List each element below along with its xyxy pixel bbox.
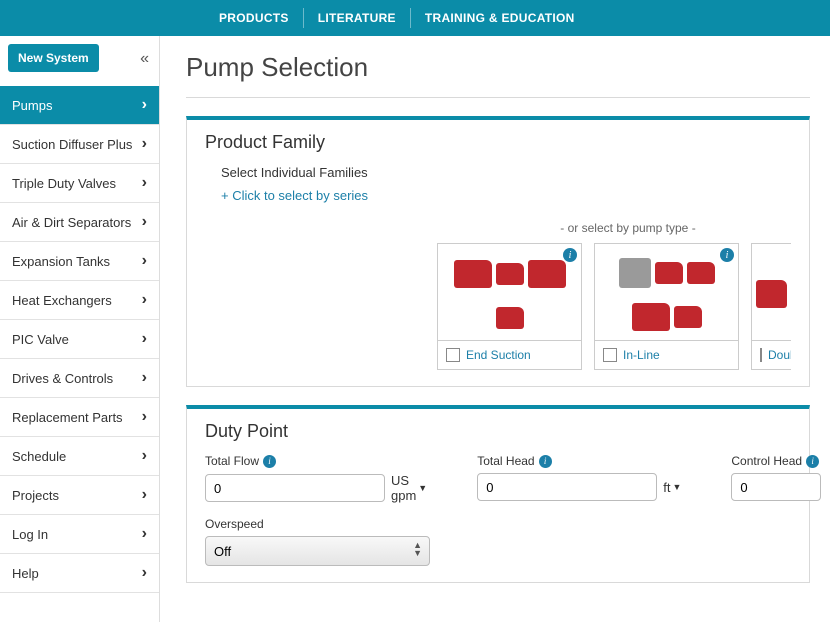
chevron-right-icon: › <box>142 486 147 504</box>
sidebar-item-label: Replacement Parts <box>12 410 123 425</box>
chevron-down-icon: ▼ <box>672 482 681 492</box>
sidebar-item[interactable]: Drives & Controls › <box>0 359 159 398</box>
sidebar-item[interactable]: Log In › <box>0 515 159 554</box>
divider <box>186 97 810 98</box>
or-select-text: - or select by pump type - <box>205 221 791 235</box>
nav-training[interactable]: TRAINING & EDUCATION <box>411 8 589 28</box>
pump-type-checkbox[interactable] <box>446 348 460 362</box>
info-icon[interactable]: i <box>263 455 276 468</box>
total-head-label: Total Head <box>477 454 534 468</box>
sidebar-item[interactable]: Air & Dirt Separators › <box>0 203 159 242</box>
sidebar-item-label: Log In <box>12 527 48 542</box>
pump-type-image <box>595 244 738 340</box>
pump-type-card-in-line[interactable]: i In-Line <box>594 243 739 370</box>
sidebar-item-label: Help <box>12 566 39 581</box>
chevron-right-icon: › <box>142 447 147 465</box>
sidebar-item-label: Air & Dirt Separators <box>12 215 131 230</box>
main-content: Pump Selection Product Family Select Ind… <box>160 36 830 622</box>
pump-type-label: Double <box>768 348 791 362</box>
nav-literature[interactable]: LITERATURE <box>304 8 411 28</box>
sidebar-item[interactable]: Schedule › <box>0 437 159 476</box>
sidebar-item[interactable]: Triple Duty Valves › <box>0 164 159 203</box>
chevron-right-icon: › <box>142 174 147 192</box>
total-flow-input[interactable] <box>205 474 385 502</box>
info-icon[interactable]: i <box>563 248 577 262</box>
sidebar: New System « Pumps›Suction Diffuser Plus… <box>0 36 160 622</box>
sidebar-item-label: Schedule <box>12 449 66 464</box>
pump-type-label: In-Line <box>623 348 660 362</box>
panel-title-family: Product Family <box>205 132 791 153</box>
sidebar-item-label: PIC Valve <box>12 332 69 347</box>
head-unit-select[interactable]: ft▼ <box>663 480 681 495</box>
chevron-right-icon: › <box>142 408 147 426</box>
control-head-input[interactable] <box>731 473 821 501</box>
pump-type-label: End Suction <box>466 348 531 362</box>
product-family-panel: Product Family Select Individual Familie… <box>186 116 810 387</box>
sidebar-item-label: Pumps <box>12 98 52 113</box>
sidebar-item-label: Expansion Tanks <box>12 254 110 269</box>
pump-type-image <box>438 244 581 340</box>
pump-type-card-double[interactable]: Double <box>751 243 791 370</box>
top-nav: PRODUCTS LITERATURE TRAINING & EDUCATION <box>0 0 830 36</box>
chevron-right-icon: › <box>142 291 147 309</box>
info-icon[interactable]: i <box>806 455 819 468</box>
sidebar-item-label: Heat Exchangers <box>12 293 112 308</box>
overspeed-select[interactable]: Off <box>205 536 430 566</box>
new-system-button[interactable]: New System <box>8 44 99 72</box>
control-head-label: Control Head <box>731 454 802 468</box>
sidebar-item[interactable]: Expansion Tanks › <box>0 242 159 281</box>
chevron-right-icon: › <box>142 330 147 348</box>
pump-type-card-end-suction[interactable]: i End Suction <box>437 243 582 370</box>
sidebar-item-label: Drives & Controls <box>12 371 113 386</box>
sidebar-item[interactable]: Projects › <box>0 476 159 515</box>
pump-type-checkbox[interactable] <box>760 348 762 362</box>
family-sub-label: Select Individual Families <box>221 165 791 180</box>
panel-title-duty: Duty Point <box>205 421 791 442</box>
chevron-right-icon: › <box>142 213 147 231</box>
chevron-right-icon: › <box>142 564 147 582</box>
pump-type-checkbox[interactable] <box>603 348 617 362</box>
chevron-down-icon: ▼ <box>418 483 427 493</box>
pump-type-image <box>752 244 791 340</box>
select-by-series-link[interactable]: + Click to select by series <box>221 188 791 203</box>
sidebar-item[interactable]: Pumps › <box>0 86 159 125</box>
sidebar-item[interactable]: Suction Diffuser Plus › <box>0 125 159 164</box>
total-flow-label: Total Flow <box>205 454 259 468</box>
chevron-right-icon: › <box>142 96 147 114</box>
chevron-right-icon: › <box>142 525 147 543</box>
overspeed-label: Overspeed <box>205 517 264 531</box>
page-title: Pump Selection <box>186 52 810 83</box>
nav-products[interactable]: PRODUCTS <box>205 8 304 28</box>
duty-point-panel: Duty Point Total Flow i US gpm▼ Total Hea… <box>186 405 810 583</box>
collapse-icon[interactable]: « <box>140 50 149 68</box>
chevron-right-icon: › <box>142 252 147 270</box>
sidebar-item[interactable]: Heat Exchangers › <box>0 281 159 320</box>
info-icon[interactable]: i <box>720 248 734 262</box>
total-head-input[interactable] <box>477 473 657 501</box>
sidebar-item-label: Triple Duty Valves <box>12 176 116 191</box>
info-icon[interactable]: i <box>539 455 552 468</box>
flow-unit-select[interactable]: US gpm▼ <box>391 473 427 503</box>
chevron-right-icon: › <box>142 369 147 387</box>
sidebar-item[interactable]: PIC Valve › <box>0 320 159 359</box>
sidebar-item-label: Projects <box>12 488 59 503</box>
chevron-right-icon: › <box>142 135 147 153</box>
sidebar-item[interactable]: Replacement Parts › <box>0 398 159 437</box>
sidebar-item-label: Suction Diffuser Plus <box>12 137 132 152</box>
sidebar-item[interactable]: Help › <box>0 554 159 593</box>
